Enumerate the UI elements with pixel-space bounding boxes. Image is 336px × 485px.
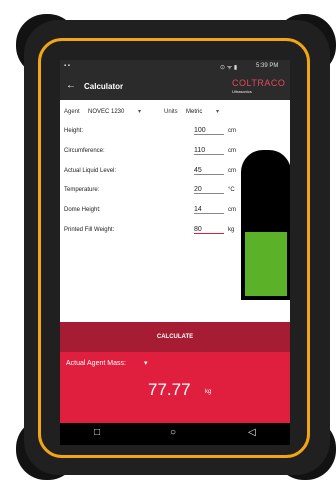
result-dropdown-icon[interactable]: ▾ — [144, 359, 148, 367]
brand-logo: COLTRACO — [232, 78, 286, 88]
result-label: Actual Agent Mass: — [66, 360, 126, 367]
result-value: 77.77 — [148, 380, 191, 399]
circumference-input[interactable]: 110 — [194, 147, 224, 155]
result-panel: Actual Agent Mass: ▾ 77.77 kg — [60, 352, 290, 423]
fill-weight-label: Printed Fill Weight: — [64, 227, 115, 233]
height-unit: cm — [228, 128, 236, 134]
status-icons: ⊙ ᯤ ▮ — [220, 65, 238, 71]
agent-dropdown-icon[interactable]: ▾ — [138, 108, 141, 115]
dome-height-unit: cm — [228, 207, 236, 213]
temperature-label: Temperature: — [64, 187, 100, 193]
circumference-label: Circumference: — [64, 148, 105, 154]
height-label: Height: — [64, 128, 84, 134]
liquid-level-unit: cm — [228, 168, 236, 174]
fill-weight-input[interactable]: 80 — [194, 226, 224, 234]
home-icon[interactable]: ○ — [170, 427, 176, 438]
agent-label: Agent — [64, 109, 80, 115]
app-bar: ← Calculator COLTRACO Ultrasonics — [60, 74, 290, 100]
recents-icon[interactable]: □ — [94, 427, 100, 438]
temperature-input[interactable]: 20 — [194, 186, 224, 194]
status-time: 5:39 PM — [256, 63, 279, 69]
liquid-level-input[interactable]: 45 — [194, 167, 224, 175]
back-icon[interactable]: ◁ — [248, 427, 256, 438]
units-label: Units — [164, 109, 178, 115]
circumference-unit: cm — [228, 148, 236, 154]
units-dropdown-icon[interactable]: ▾ — [216, 108, 219, 115]
height-input[interactable]: 100 — [194, 127, 224, 135]
back-arrow-icon[interactable]: ← — [66, 80, 76, 91]
liquid-level-label: Actual Liquid Level: — [64, 168, 117, 174]
calculate-button[interactable]: CALCULATE — [60, 322, 290, 352]
brand-sub: Ultrasonics — [232, 89, 252, 94]
temperature-unit: °C — [228, 187, 235, 193]
tank-graphic — [241, 150, 290, 300]
units-select[interactable]: Metric — [186, 109, 202, 115]
page-title: Calculator — [84, 82, 124, 91]
fill-weight-unit: kg — [228, 227, 235, 233]
notification-icons: ▪ ▪ — [64, 63, 70, 69]
agent-select[interactable]: NOVEC 1230 — [88, 109, 124, 115]
dome-height-label: Dome Height: — [64, 207, 101, 213]
tank-liquid-level — [245, 232, 287, 296]
screen: ▪ ▪ ⊙ ᯤ ▮ 5:39 PM ← Calculator COLTRACO … — [60, 60, 290, 445]
dome-height-input[interactable]: 14 — [194, 206, 224, 214]
nav-bar: □ ○ ◁ — [60, 423, 290, 445]
status-bar: ▪ ▪ ⊙ ᯤ ▮ 5:39 PM — [60, 60, 290, 74]
result-unit: kg — [205, 389, 212, 395]
